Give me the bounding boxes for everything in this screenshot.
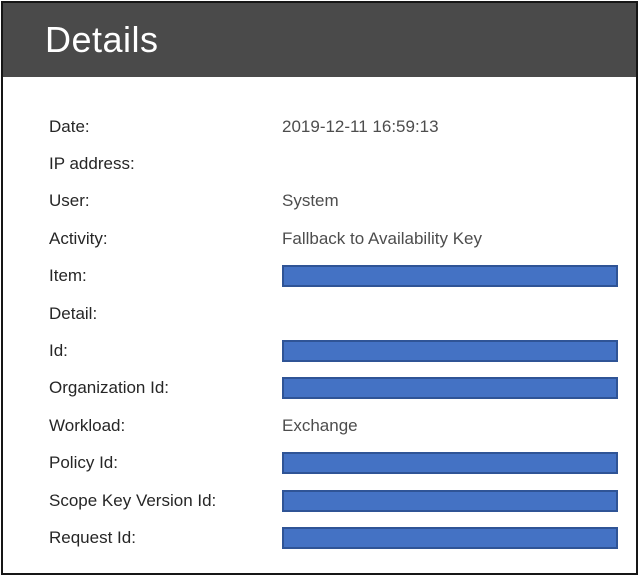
detail-row-value: System xyxy=(282,191,339,211)
detail-row: User: System xyxy=(3,183,636,220)
detail-row-value: Exchange xyxy=(282,415,358,435)
detail-row-label: Id: xyxy=(49,341,68,361)
details-panel-header: Details xyxy=(3,3,636,77)
detail-row: Id: xyxy=(3,332,636,369)
detail-row: Request Id: xyxy=(3,519,636,556)
redacted-value-bar xyxy=(282,489,618,512)
detail-row: Date: 2019-12-11 16:59:13 xyxy=(3,108,636,145)
detail-row-label: User: xyxy=(49,191,90,211)
detail-row-label: Scope Key Version Id: xyxy=(49,490,217,510)
detail-row-value: Fallback to Availability Key xyxy=(282,228,483,248)
detail-row: Workload: Exchange xyxy=(3,407,636,444)
detail-row-label: Request Id: xyxy=(49,527,136,547)
detail-row-label: Policy Id: xyxy=(49,453,118,473)
detail-row-label: Activity: xyxy=(49,228,108,248)
detail-row-value: 2019-12-11 16:59:13 xyxy=(282,116,439,136)
detail-row: Policy Id: xyxy=(3,445,636,482)
redacted-value-bar xyxy=(282,452,618,475)
detail-row-label: Item: xyxy=(49,266,87,286)
redacted-value-bar xyxy=(282,265,618,288)
detail-row: Detail: xyxy=(3,295,636,332)
detail-row-label: Workload: xyxy=(49,415,126,435)
detail-row-label: Detail: xyxy=(49,303,98,323)
page-title: Details xyxy=(45,19,159,60)
detail-row-label: Organization Id: xyxy=(49,378,170,398)
redacted-value-bar xyxy=(282,526,618,549)
details-panel: Details Date: 2019-12-11 16:59:13 IP add… xyxy=(1,1,638,575)
detail-row: IP address: xyxy=(3,145,636,182)
redacted-value-bar xyxy=(282,340,618,363)
detail-row: Scope Key Version Id: xyxy=(3,482,636,519)
details-list: Date: 2019-12-11 16:59:13 IP address: Us… xyxy=(3,77,636,557)
detail-row-label: IP address: xyxy=(49,154,135,174)
detail-row: Organization Id: xyxy=(3,370,636,407)
detail-row-label: Date: xyxy=(49,116,90,136)
detail-row: Item: xyxy=(3,258,636,295)
detail-row: Activity: Fallback to Availability Key xyxy=(3,220,636,257)
redacted-value-bar xyxy=(282,377,618,400)
